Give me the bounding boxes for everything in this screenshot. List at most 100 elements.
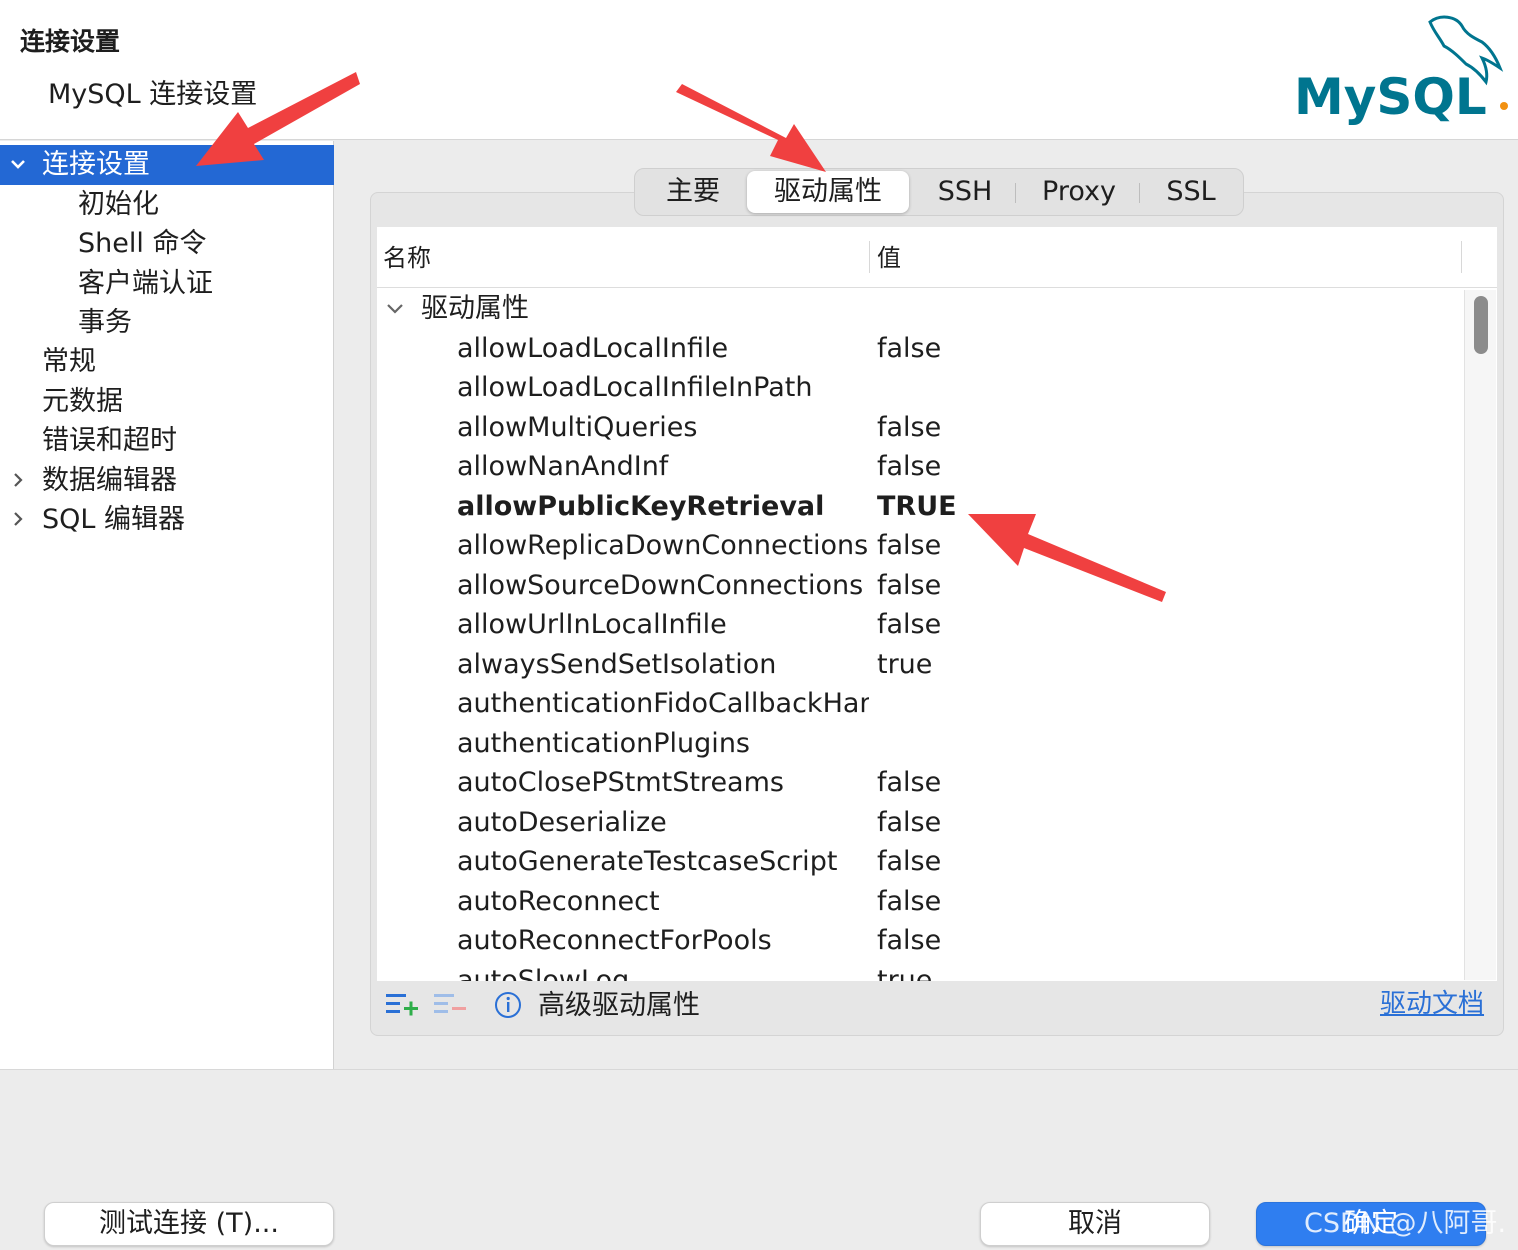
footer-divider <box>0 1069 1518 1070</box>
property-value[interactable]: false <box>877 526 941 566</box>
chevron-right-icon[interactable] <box>8 500 28 540</box>
ok-button[interactable]: 确定 <box>1256 1202 1486 1246</box>
sidebar-item-data-editor[interactable]: 数据编辑器 <box>0 461 334 501</box>
property-value[interactable]: false <box>877 763 941 803</box>
tab-main[interactable]: 主要 <box>641 171 745 213</box>
table-row[interactable]: allowUrlInLocalInfile false <box>377 605 1467 645</box>
table-row[interactable]: authenticationPlugins <box>377 724 1467 764</box>
dialog-subtitle: MySQL 连接设置 <box>48 79 258 110</box>
sidebar-item-label: 常规 <box>42 346 96 377</box>
table-row[interactable]: autoReconnect false <box>377 882 1467 922</box>
tab-separator <box>1139 183 1140 203</box>
settings-tabs: 主要 驱动属性 SSH Proxy SSL <box>634 168 1244 216</box>
sidebar-item-label: 事务 <box>78 307 132 338</box>
property-name: allowSourceDownConnections <box>457 570 864 601</box>
advanced-driver-properties-label: 高级驱动属性 <box>538 990 700 1021</box>
sidebar-item-label: Shell 命令 <box>78 228 207 259</box>
property-name: autoReconnectForPools <box>457 925 772 956</box>
property-value[interactable]: false <box>877 408 941 448</box>
sidebar-item-init[interactable]: 初始化 <box>0 185 334 225</box>
logo-text: MySQL <box>1294 68 1487 126</box>
dialog-title: 连接设置 <box>20 27 121 56</box>
property-name: authenticationPlugins <box>457 728 750 759</box>
property-name: autoReconnect <box>457 886 660 917</box>
property-value[interactable]: false <box>877 882 941 922</box>
property-name: authenticationFidoCallbackHan <box>457 688 869 719</box>
sidebar-item-label: SQL 编辑器 <box>42 504 186 535</box>
property-name: allowMultiQueries <box>457 412 698 443</box>
table-row[interactable]: autoClosePStmtStreams false <box>377 763 1467 803</box>
column-divider[interactable] <box>869 241 870 273</box>
property-name: autoGenerateTestcaseScript <box>457 846 838 877</box>
sidebar-item-label: 初始化 <box>78 189 159 220</box>
property-name: allowPublicKeyRetrieval <box>457 491 825 522</box>
sidebar-item-client-auth[interactable]: 客户端认证 <box>0 264 334 304</box>
table-row[interactable]: allowLoadLocalInfile false <box>377 329 1467 369</box>
grid-scrollbar[interactable] <box>1464 290 1496 980</box>
tab-ssh[interactable]: SSH <box>915 171 1015 213</box>
property-name: allowUrlInLocalInfile <box>457 609 727 640</box>
property-name: autoDeserialize <box>457 807 667 838</box>
property-group-label: 驱动属性 <box>421 293 529 324</box>
table-row[interactable]: allowMultiQueries false <box>377 408 1467 448</box>
table-row-modified[interactable]: allowPublicKeyRetrieval TRUE <box>377 487 1467 527</box>
sidebar-item-general[interactable]: 常规 <box>0 342 334 382</box>
sidebar-item-label: 数据编辑器 <box>42 465 177 496</box>
column-header-value[interactable]: 值 <box>877 227 901 287</box>
property-name: autoSlowLog <box>457 965 630 981</box>
sidebar-item-label: 连接设置 <box>42 149 150 180</box>
table-row[interactable]: autoGenerateTestcaseScript false <box>377 842 1467 882</box>
sidebar-item-connection-settings[interactable]: 连接设置 <box>0 145 334 185</box>
add-property-icon[interactable] <box>384 990 418 1020</box>
scrollbar-thumb[interactable] <box>1474 296 1488 354</box>
info-icon <box>495 992 521 1018</box>
property-value[interactable]: false <box>877 605 941 645</box>
table-row[interactable]: allowReplicaDownConnections false <box>377 526 1467 566</box>
property-value[interactable]: false <box>877 921 941 961</box>
tab-separator <box>1015 183 1016 203</box>
sidebar-item-transactions[interactable]: 事务 <box>0 303 334 343</box>
column-header-name[interactable]: 名称 <box>383 227 431 287</box>
column-divider[interactable] <box>1461 241 1462 273</box>
property-name: allowReplicaDownConnections <box>457 530 869 561</box>
table-row[interactable]: autoSlowLog true <box>377 961 1467 981</box>
chevron-down-icon[interactable] <box>8 145 28 185</box>
tab-proxy[interactable]: Proxy <box>1019 171 1139 213</box>
table-row[interactable]: autoDeserialize false <box>377 803 1467 843</box>
table-row[interactable]: allowNanAndInf false <box>377 447 1467 487</box>
property-value[interactable]: false <box>877 842 941 882</box>
tab-ssl[interactable]: SSL <box>1143 171 1239 213</box>
sidebar-item-shell-commands[interactable]: Shell 命令 <box>0 224 334 264</box>
tab-driver-properties[interactable]: 驱动属性 <box>747 171 909 213</box>
chevron-right-icon[interactable] <box>8 461 28 501</box>
table-row[interactable]: authenticationFidoCallbackHan <box>377 684 1467 724</box>
chevron-down-icon[interactable] <box>383 299 407 319</box>
property-value[interactable]: false <box>877 329 941 369</box>
property-name: allowLoadLocalInfile <box>457 333 729 364</box>
mysql-logo: MySQL <box>1294 15 1508 126</box>
driver-docs-link[interactable]: 驱动文档 <box>1380 984 1484 1024</box>
table-row[interactable]: allowLoadLocalInfileInPath <box>377 368 1467 408</box>
property-value[interactable]: false <box>877 447 941 487</box>
table-row[interactable]: allowSourceDownConnections false <box>377 566 1467 606</box>
ok-button-label: 确定 <box>1344 1208 1398 1239</box>
cancel-button[interactable]: 取消 <box>980 1202 1210 1246</box>
property-value[interactable]: false <box>877 566 941 606</box>
property-value[interactable]: true <box>877 961 932 981</box>
remove-property-icon[interactable] <box>432 990 466 1020</box>
sidebar-item-label: 元数据 <box>42 386 123 417</box>
property-name: alwaysSendSetIsolation <box>457 649 777 680</box>
property-value[interactable]: false <box>877 803 941 843</box>
property-value[interactable]: TRUE <box>877 487 957 527</box>
test-connection-button[interactable]: 测试连接 (T)... <box>44 1202 334 1246</box>
table-row[interactable]: alwaysSendSetIsolation true <box>377 645 1467 685</box>
sidebar-item-errors-timeouts[interactable]: 错误和超时 <box>0 421 334 461</box>
sidebar-item-sql-editor[interactable]: SQL 编辑器 <box>0 500 334 540</box>
property-rows: 驱动属性 allowLoadLocalInfile false allowLoad… <box>377 289 1467 981</box>
dialog-header: 连接设置 MySQL 连接设置 MySQL <box>0 0 1518 140</box>
sidebar-item-metadata[interactable]: 元数据 <box>0 382 334 422</box>
property-value[interactable]: true <box>877 645 932 685</box>
property-name: autoClosePStmtStreams <box>457 767 784 798</box>
table-row[interactable]: autoReconnectForPools false <box>377 921 1467 961</box>
header-divider <box>377 287 1497 288</box>
